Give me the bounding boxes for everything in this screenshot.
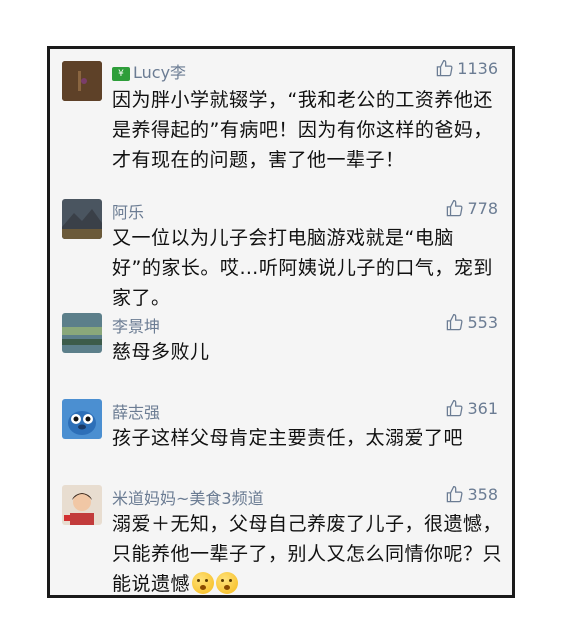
- comments-panel: ¥ Lucy李 1136 因为胖小学就辍学，“我和老公的工资养他还是养得起的”有病…: [47, 46, 515, 598]
- like-button[interactable]: 1136: [435, 59, 498, 78]
- like-button[interactable]: 778: [445, 199, 498, 218]
- comment-text: 孩子这样父母肯定主要责任，太溺爱了吧: [112, 427, 464, 449]
- commenter-name[interactable]: 李景坤: [112, 313, 160, 337]
- comment-text: 又一位以为儿子会打电脑游戏就是“电脑好”的家长。哎…听阿姨说儿子的口气，宠到家了…: [112, 227, 493, 309]
- thumbs-up-icon: [447, 199, 463, 217]
- avatar[interactable]: [62, 399, 102, 439]
- comment-text-body: 溺爱＋无知，父母自己养废了儿子，很遗憾，只能养他一辈子了，别人又怎么同情你呢？只…: [112, 513, 503, 595]
- vip-badge-icon: ¥: [112, 66, 130, 81]
- thumbs-up-icon: [437, 59, 453, 77]
- like-count: 358: [467, 485, 498, 504]
- commenter-name[interactable]: 阿乐: [112, 199, 144, 223]
- thumbs-up-icon: [447, 485, 463, 503]
- commenter-name[interactable]: 米道妈妈~美食3频道: [112, 485, 264, 509]
- comment-text: 因为胖小学就辍学，“我和老公的工资养他还是养得起的”有病吧！因为有你这样的爸妈，…: [112, 89, 493, 171]
- like-button[interactable]: 361: [445, 399, 498, 418]
- avatar[interactable]: [62, 61, 102, 101]
- comment-text: 慈母多败儿: [112, 341, 210, 363]
- like-count: 778: [467, 199, 498, 218]
- commenter-name[interactable]: ¥ Lucy李: [112, 59, 186, 83]
- avatar[interactable]: [62, 199, 102, 239]
- avatar[interactable]: [62, 485, 102, 525]
- like-count: 553: [467, 313, 498, 332]
- thumbs-up-icon: [447, 399, 463, 417]
- like-count: 1136: [457, 59, 498, 78]
- thinking-face-emoji-icon: [192, 572, 215, 594]
- commenter-name[interactable]: 薛志强: [112, 399, 160, 423]
- like-button[interactable]: 553: [445, 313, 498, 332]
- like-button[interactable]: 358: [445, 485, 498, 504]
- comment-text: 溺爱＋无知，父母自己养废了儿子，很遗憾，只能养他一辈子了，别人又怎么同情你呢？只…: [112, 509, 502, 599]
- thinking-face-emoji-icon: [216, 572, 239, 594]
- avatar[interactable]: [62, 313, 102, 353]
- thumbs-up-icon: [447, 313, 463, 331]
- like-count: 361: [467, 399, 498, 418]
